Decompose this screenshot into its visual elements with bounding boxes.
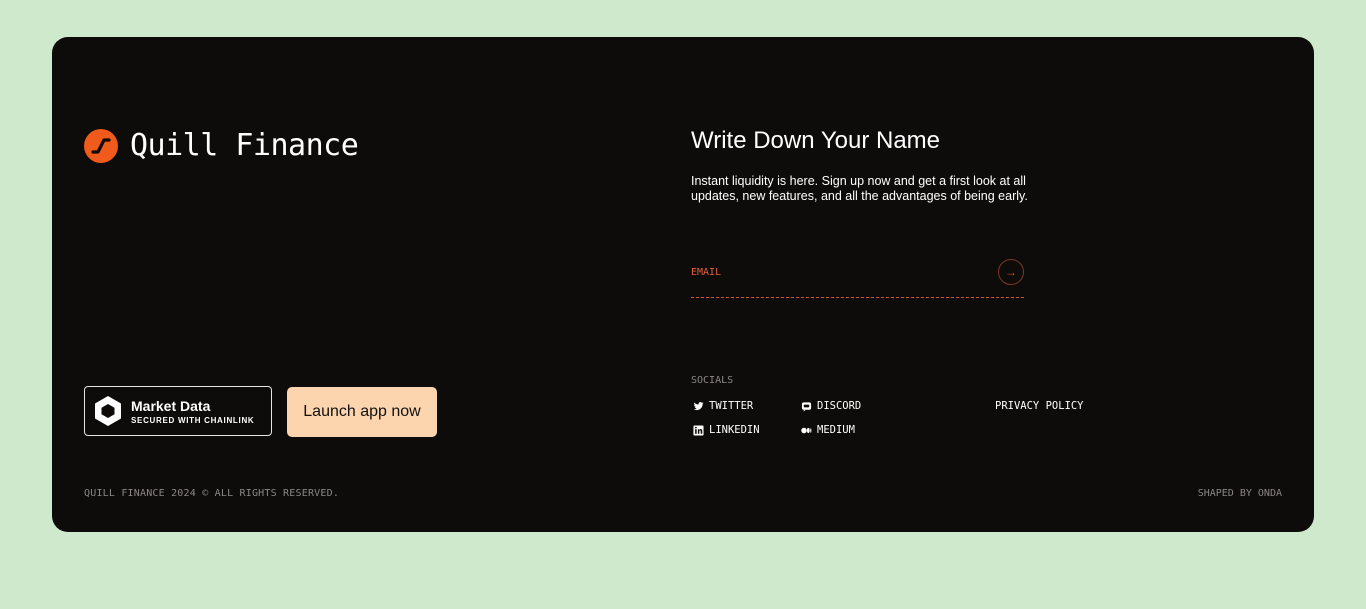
email-input[interactable] [691,265,981,279]
badge-subtitle: SECURED WITH CHAINLINK [131,415,255,425]
social-label: LINKEDIN [709,424,760,436]
social-link-discord[interactable]: DISCORD [801,400,861,412]
footer-card: Quill Finance Market Data SECURED WITH C… [52,37,1314,532]
linkedin-icon [693,424,704,436]
brand-logo[interactable]: Quill Finance [84,128,359,163]
socials-label: SOCIALS [691,375,734,386]
social-label: TWITTER [709,400,754,412]
credit-link[interactable]: SHAPED BY ONDA [1198,488,1282,499]
social-link-medium[interactable]: MEDIUM [801,424,855,436]
social-label: DISCORD [817,400,862,412]
email-submit-button[interactable]: → [998,259,1024,285]
twitter-icon [693,401,704,410]
quill-logo-icon [84,128,118,163]
signup-heading: Write Down Your Name [691,127,940,154]
chainlink-hexagon-icon [95,396,121,426]
brand-name: Quill Finance [130,128,359,163]
arrow-right-icon: → [1005,265,1017,279]
privacy-policy-link[interactable]: PRIVACY POLICY [995,400,1084,412]
launch-app-button[interactable]: Launch app now [287,387,437,437]
copyright-text: QUILL FINANCE 2024 © ALL RIGHTS RESERVED… [84,488,340,499]
social-link-twitter[interactable]: TWITTER [693,400,753,412]
signup-description: Instant liquidity is here. Sign up now a… [691,174,1028,203]
discord-icon [801,401,812,412]
medium-icon [801,427,812,433]
badge-title: Market Data [131,397,211,414]
social-label: MEDIUM [817,424,855,436]
social-link-linkedin[interactable]: LINKEDIN [693,424,760,436]
email-form: → [691,255,1024,298]
chainlink-badge[interactable]: Market Data SECURED WITH CHAINLINK [84,386,272,436]
